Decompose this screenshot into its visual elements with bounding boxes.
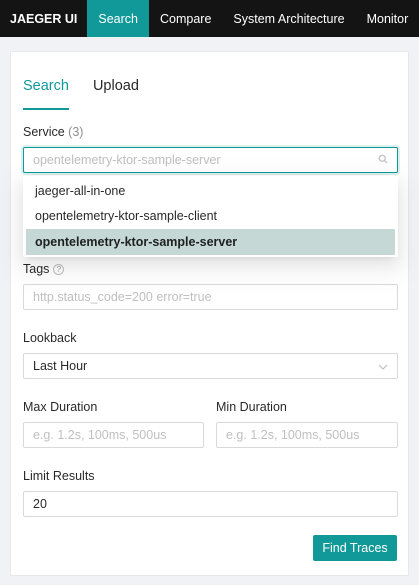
min-duration-placeholder: e.g. 1.2s, 100ms, 500us	[226, 428, 360, 442]
limit-results-label: Limit Results	[23, 469, 95, 483]
service-option[interactable]: jaeger-all-in-one	[23, 178, 398, 204]
top-navigation: JAEGER UI Search Compare System Architec…	[0, 0, 419, 37]
chevron-down-icon	[378, 359, 388, 373]
service-label-text: Service	[23, 125, 65, 139]
search-tabs: Search Upload	[23, 78, 139, 110]
lookback-select[interactable]: Last Hour	[23, 353, 398, 379]
service-count: (3)	[68, 125, 84, 139]
tags-label: Tags?	[23, 262, 65, 276]
service-label: Service (3)	[23, 125, 83, 139]
min-duration-input[interactable]: e.g. 1.2s, 100ms, 500us	[216, 422, 398, 448]
service-option-selected[interactable]: opentelemetry-ktor-sample-server	[26, 229, 395, 255]
lookback-select-value: Last Hour	[33, 359, 88, 373]
question-circle-icon[interactable]: ?	[53, 264, 65, 275]
nav-monitor[interactable]: Monitor	[356, 0, 419, 37]
find-traces-button[interactable]: Find Traces	[313, 535, 397, 561]
tab-upload[interactable]: Upload	[93, 78, 139, 108]
tags-input-placeholder: http.status_code=200 error=true	[33, 290, 212, 304]
tags-label-text: Tags	[23, 262, 50, 276]
search-icon	[378, 153, 388, 167]
max-duration-placeholder: e.g. 1.2s, 100ms, 500us	[33, 428, 167, 442]
tags-input[interactable]: http.status_code=200 error=true	[23, 284, 398, 310]
service-select-value: opentelemetry-ktor-sample-server	[33, 153, 221, 167]
min-duration-label: Min Duration	[216, 400, 287, 414]
nav-compare[interactable]: Compare	[149, 0, 222, 37]
lookback-label: Lookback	[23, 331, 77, 345]
nav-system-architecture[interactable]: System Architecture	[222, 0, 355, 37]
max-duration-input[interactable]: e.g. 1.2s, 100ms, 500us	[23, 422, 204, 448]
brand-logo[interactable]: JAEGER UI	[0, 0, 87, 37]
limit-results-input[interactable]: 20	[23, 491, 398, 517]
service-select[interactable]: opentelemetry-ktor-sample-server	[23, 147, 398, 173]
limit-results-value: 20	[33, 497, 47, 511]
nav-search[interactable]: Search	[87, 0, 149, 37]
service-dropdown: jaeger-all-in-one opentelemetry-ktor-sam…	[23, 176, 398, 257]
service-option[interactable]: opentelemetry-ktor-sample-client	[23, 204, 398, 230]
max-duration-label: Max Duration	[23, 400, 98, 414]
tab-search[interactable]: Search	[23, 78, 69, 110]
search-panel: Search Upload Service (3) opentelemetry-…	[10, 51, 409, 576]
